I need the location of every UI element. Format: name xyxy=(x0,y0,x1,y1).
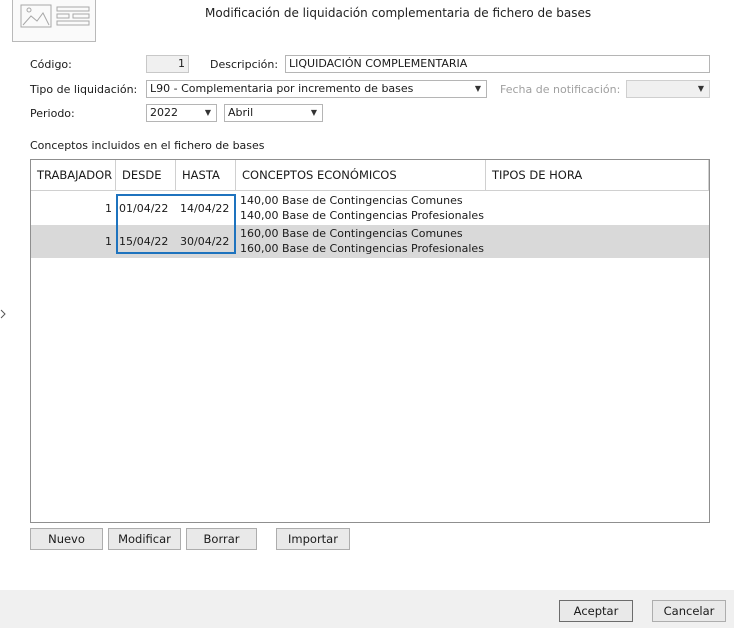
concepto-cell: Base de Contingencias Profesionales xyxy=(282,242,484,255)
fecha-notificacion-select[interactable]: ▼ xyxy=(626,80,710,98)
codigo-label: Código: xyxy=(30,58,72,71)
concepto-cell: Base de Contingencias Comunes xyxy=(282,194,463,207)
trabajador-cell: 1 xyxy=(105,235,112,248)
table-row[interactable]: 1 01/04/22 14/04/22 140,00 Base de Conti… xyxy=(31,192,709,225)
importe-cell: 160,00 xyxy=(240,227,279,240)
window-title: Modificación de liquidación complementar… xyxy=(205,6,592,20)
chevron-down-icon[interactable]: ▼ xyxy=(200,105,216,121)
chevron-down-icon[interactable]: ▼ xyxy=(693,81,709,97)
codigo-field[interactable]: 1 xyxy=(146,55,189,73)
conceptos-grid[interactable]: TRABAJADOR DESDE HASTA CONCEPTOS ECONÓMI… xyxy=(30,159,710,523)
hasta-cell: 14/04/22 xyxy=(180,202,230,215)
column-header-hasta[interactable]: HASTA xyxy=(176,160,236,191)
chevron-right-icon xyxy=(0,309,6,319)
hasta-cell: 30/04/22 xyxy=(180,235,230,248)
grid-section-label: Conceptos incluidos en el fichero de bas… xyxy=(30,139,265,152)
periodo-month-value: Abril xyxy=(228,106,254,119)
borrar-button[interactable]: Borrar xyxy=(186,528,257,550)
importar-button[interactable]: Importar xyxy=(276,528,350,550)
trabajador-cell: 1 xyxy=(105,202,112,215)
importe-cell: 140,00 xyxy=(240,209,279,222)
tipo-liquidacion-label: Tipo de liquidación: xyxy=(30,83,138,96)
importe-cell: 160,00 xyxy=(240,242,279,255)
form-placeholder-icon xyxy=(20,4,90,28)
periodo-month-select[interactable]: Abril ▼ xyxy=(224,104,323,122)
periodo-year-select[interactable]: 2022 ▼ xyxy=(146,104,217,122)
form-logo xyxy=(12,0,96,42)
fecha-notificacion-label: Fecha de notificación: xyxy=(500,83,621,96)
periodo-year-value: 2022 xyxy=(150,106,178,119)
tipo-liquidacion-value: L90 - Complementaria por incremento de b… xyxy=(150,82,414,95)
cancelar-button[interactable]: Cancelar xyxy=(652,600,726,622)
aceptar-button[interactable]: Aceptar xyxy=(559,600,633,622)
table-row[interactable]: 1 15/04/22 30/04/22 160,00 Base de Conti… xyxy=(31,225,709,258)
descripcion-label: Descripción: xyxy=(210,58,279,71)
chevron-down-icon[interactable]: ▼ xyxy=(306,105,322,121)
desde-cell: 15/04/22 xyxy=(119,235,169,248)
concepto-cell: Base de Contingencias Comunes xyxy=(282,227,463,240)
column-header-conceptos[interactable]: CONCEPTOS ECONÓMICOS xyxy=(236,160,486,191)
column-header-desde[interactable]: DESDE xyxy=(116,160,176,191)
column-header-trabajador[interactable]: TRABAJADOR xyxy=(31,160,116,191)
desde-cell: 01/04/22 xyxy=(119,202,169,215)
column-header-tipos-hora[interactable]: TIPOS DE HORA xyxy=(486,160,709,191)
nuevo-button[interactable]: Nuevo xyxy=(30,528,103,550)
concepto-cell: Base de Contingencias Profesionales xyxy=(282,209,484,222)
importe-cell: 140,00 xyxy=(240,194,279,207)
tipo-liquidacion-select[interactable]: L90 - Complementaria por incremento de b… xyxy=(146,80,487,98)
descripcion-field[interactable]: LIQUIDACIÓN COMPLEMENTARIA xyxy=(285,55,710,73)
chevron-down-icon[interactable]: ▼ xyxy=(470,81,486,97)
periodo-label: Periodo: xyxy=(30,107,75,120)
modificar-button[interactable]: Modificar xyxy=(108,528,181,550)
